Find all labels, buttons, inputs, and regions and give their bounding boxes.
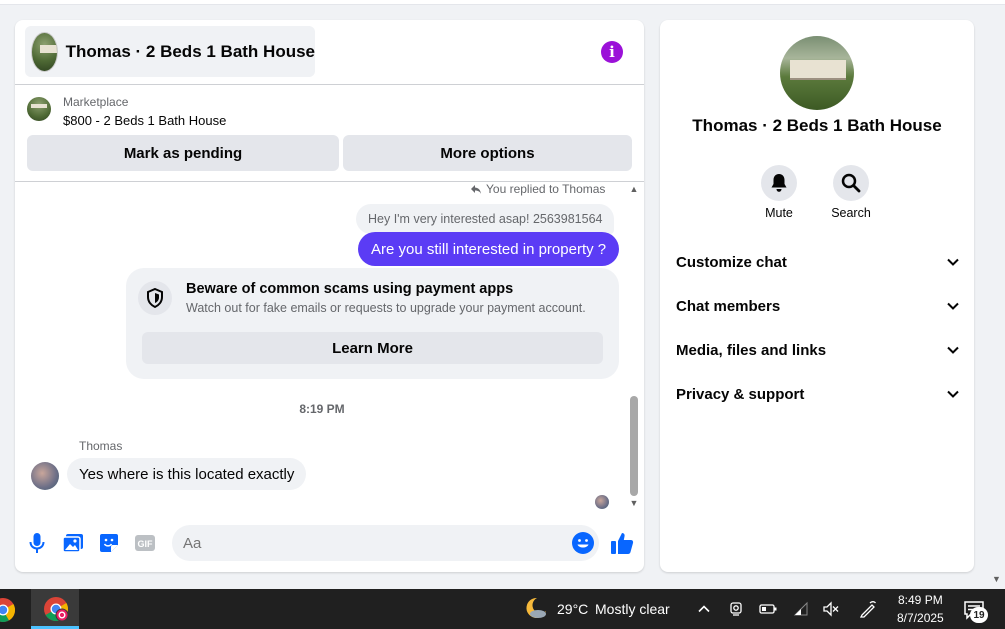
conversation-details-panel: Thomas · 2 Beds 1 Bath House Mute Search…: [660, 20, 974, 572]
battery-icon[interactable]: [759, 600, 777, 618]
chevron-up-icon[interactable]: [695, 600, 713, 618]
marketplace-label: Marketplace: [63, 95, 129, 109]
privacy-support-section[interactable]: Privacy & support: [676, 382, 960, 406]
wifi-icon[interactable]: [792, 600, 810, 618]
weather-temperature[interactable]: 29°C: [557, 601, 588, 617]
chevron-down-icon: [947, 346, 959, 354]
chevron-down-icon: [947, 390, 959, 398]
page-scroll-down-arrow[interactable]: ▼: [992, 574, 1001, 584]
message-input[interactable]: [172, 525, 599, 561]
conversation-title: Thomas · 2 Beds 1 Bath House: [692, 116, 942, 135]
scrollbar-thumb[interactable]: [630, 396, 638, 496]
info-icon[interactable]: i: [601, 41, 623, 63]
camera-icon[interactable]: [727, 600, 745, 618]
customize-chat-label: Customize chat: [676, 253, 787, 271]
more-options-button[interactable]: More options: [343, 135, 632, 171]
reply-icon: [471, 185, 481, 194]
clock-time[interactable]: 8:49 PM: [898, 593, 943, 607]
pen-icon[interactable]: [859, 600, 877, 618]
chrome-taskbar-button-active[interactable]: [31, 589, 79, 629]
marketplace-thumbnail: [27, 97, 51, 121]
chat-members-section[interactable]: Chat members: [676, 294, 960, 318]
sender-avatar[interactable]: [31, 462, 59, 490]
chat-members-label: Chat members: [676, 297, 781, 315]
message-timestamp: 8:19 PM: [299, 402, 345, 416]
photo-icon[interactable]: [61, 531, 85, 555]
quoted-message[interactable]: Hey I'm very interested asap! 2563981564: [356, 204, 615, 234]
conversation-avatar[interactable]: [780, 36, 854, 110]
chat-header[interactable]: Thomas · 2 Beds 1 Bath House: [25, 26, 315, 77]
moon-weather-icon[interactable]: [524, 596, 548, 620]
scam-warning-card: Beware of common scams using payment app…: [126, 268, 619, 379]
reply-notice: You replied to Thomas: [470, 182, 605, 196]
bell-icon: [771, 174, 787, 192]
customize-chat-section[interactable]: Customize chat: [676, 250, 960, 274]
media-files-links-section[interactable]: Media, files and links: [676, 338, 960, 362]
windows-taskbar: 29°C Mostly clear 8:49 PM 8/7/2025 19: [0, 589, 1005, 629]
search-button[interactable]: [833, 165, 869, 201]
speaker-muted-icon[interactable]: [822, 600, 840, 618]
notification-count-badge: 19: [970, 607, 988, 623]
browser-top-strip: [0, 0, 1005, 5]
marketplace-item-title[interactable]: $800 - 2 Beds 1 Bath House: [63, 113, 226, 128]
thumbs-up-icon[interactable]: [609, 530, 635, 556]
weather-description[interactable]: Mostly clear: [595, 601, 670, 617]
chrome-profile-icon: [44, 597, 69, 622]
clock-date[interactable]: 8/7/2025: [897, 611, 944, 625]
svg-text:GIF: GIF: [138, 539, 154, 549]
header-divider: [15, 84, 644, 85]
chevron-down-icon: [947, 258, 959, 266]
search-icon: [841, 173, 861, 193]
privacy-support-label: Privacy & support: [676, 385, 805, 403]
microphone-icon[interactable]: [25, 531, 49, 555]
emoji-icon[interactable]: [571, 531, 595, 555]
listing-avatar: [31, 31, 58, 72]
outgoing-message[interactable]: Are you still interested in property ?: [358, 232, 620, 266]
sticker-icon[interactable]: [97, 531, 121, 555]
scam-warning-description: Watch out for fake emails or requests to…: [186, 301, 586, 315]
chat-panel: Thomas · 2 Beds 1 Bath House i Marketpla…: [15, 20, 644, 572]
sender-name: Thomas: [79, 439, 123, 453]
media-files-links-label: Media, files and links: [676, 341, 827, 359]
search-label: Search: [831, 206, 871, 220]
reply-notice-text: You replied to Thomas: [486, 182, 606, 196]
mute-label: Mute: [765, 206, 793, 220]
seen-indicator-avatar: [595, 495, 609, 509]
shield-icon: [138, 281, 172, 315]
chevron-down-icon: [947, 302, 959, 310]
chat-title: Thomas · 2 Beds 1 Bath House: [65, 41, 315, 61]
scroll-up-arrow[interactable]: ▲: [629, 184, 639, 194]
chrome-icon[interactable]: [0, 597, 16, 623]
scroll-down-arrow[interactable]: ▼: [629, 498, 639, 508]
scam-warning-title: Beware of common scams using payment app…: [186, 281, 514, 297]
mark-as-pending-button[interactable]: Mark as pending: [27, 135, 339, 171]
incoming-message[interactable]: Yes where is this located exactly: [67, 458, 307, 490]
gif-icon[interactable]: GIF: [133, 531, 157, 555]
learn-more-button[interactable]: Learn More: [142, 332, 603, 364]
mute-button[interactable]: [761, 165, 797, 201]
